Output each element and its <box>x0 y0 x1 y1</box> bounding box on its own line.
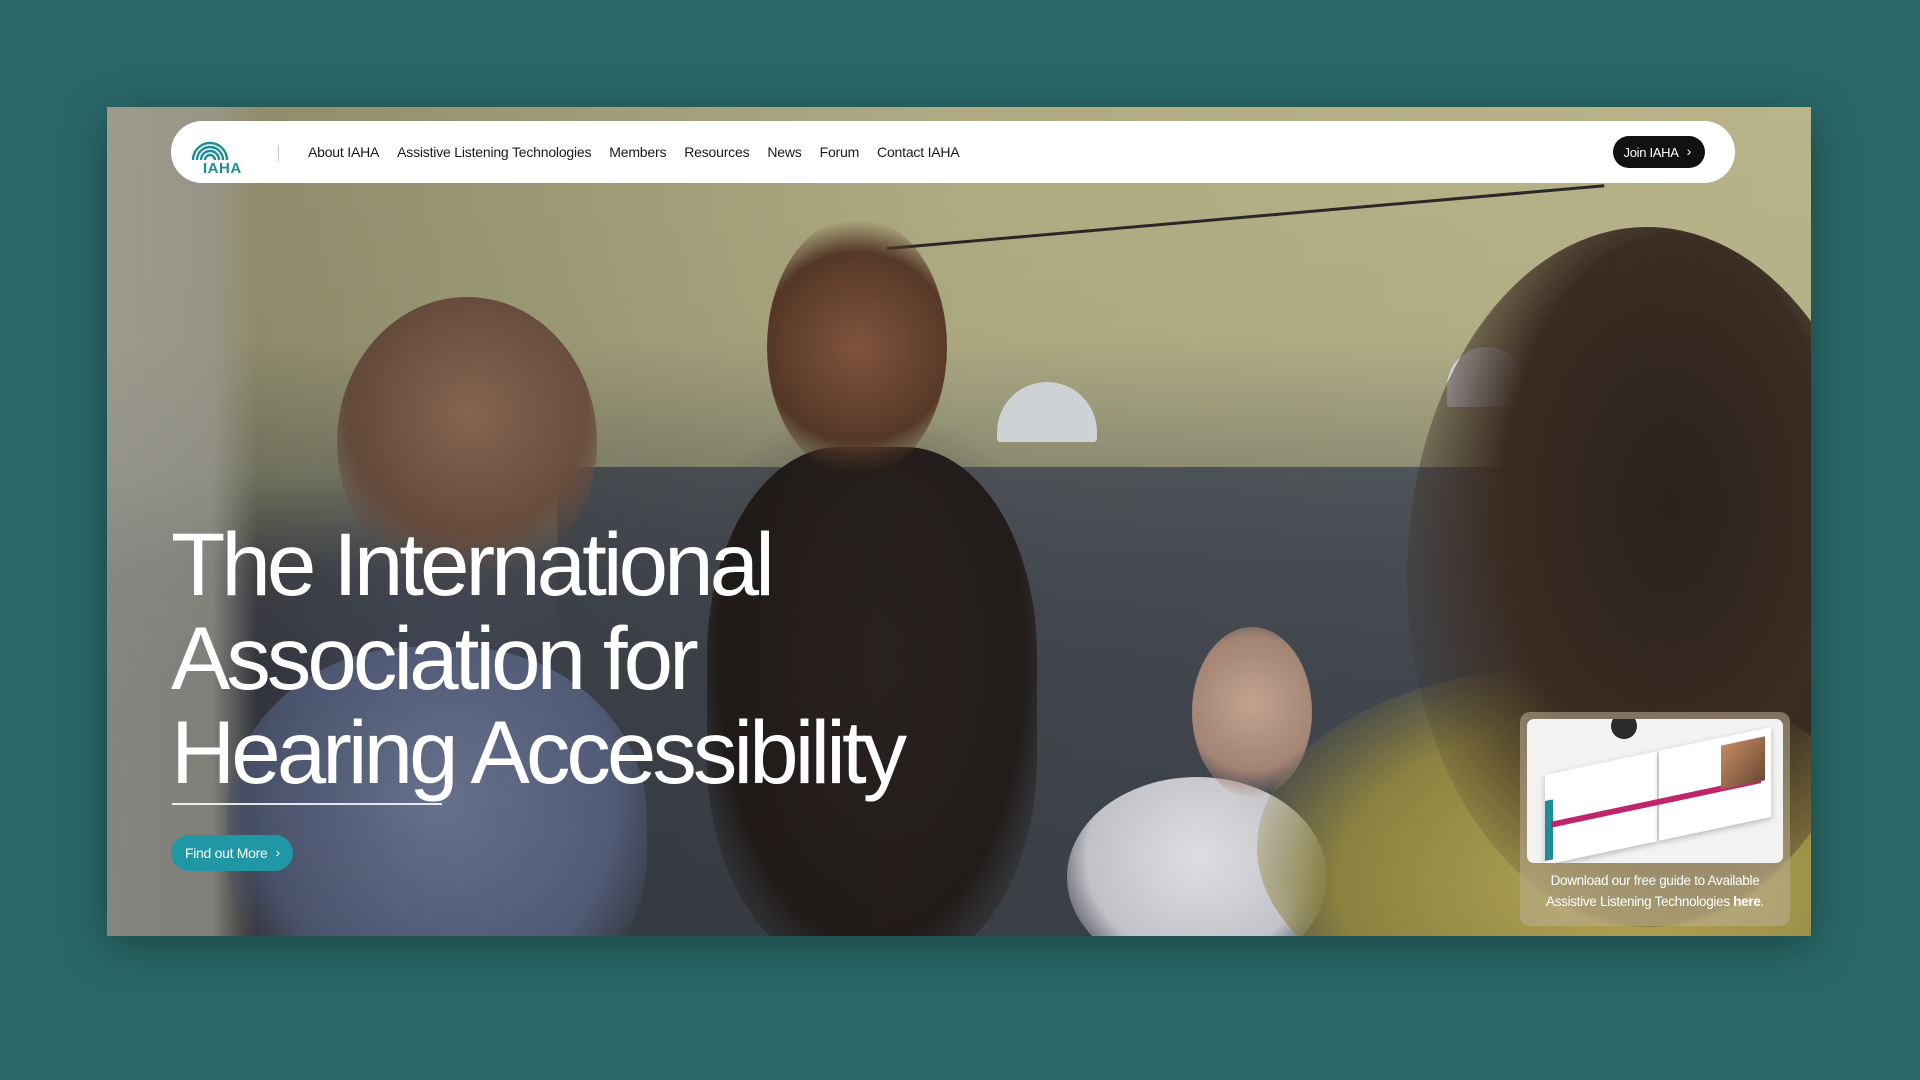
guide-text-period: . <box>1760 894 1765 909</box>
guide-book-illustration <box>1545 719 1771 863</box>
nav-item-contact[interactable]: Contact IAHA <box>877 144 960 160</box>
nav-item-news[interactable]: News <box>767 144 801 160</box>
chevron-right-icon: › <box>275 844 280 860</box>
mug-illustration <box>1611 719 1637 739</box>
hero-title-line: Association for <box>171 608 699 708</box>
hero-title-underline <box>172 803 442 805</box>
nav-item-resources[interactable]: Resources <box>684 144 749 160</box>
logo-text: IAHA <box>203 160 242 177</box>
main-nav: About IAHA Assistive Listening Technolog… <box>308 121 977 183</box>
hero-title: The International Association for Hearin… <box>171 517 1071 799</box>
website-viewport: IAHA About IAHA Assistive Listening Tech… <box>107 107 1811 936</box>
site-logo[interactable]: IAHA <box>181 128 243 178</box>
guide-download-text: Download our free guide to Available Ass… <box>1530 870 1780 912</box>
find-out-more-button[interactable]: Find out More › <box>171 835 293 871</box>
join-button-label: Join IAHA <box>1623 144 1679 160</box>
chevron-right-icon: › <box>1686 143 1692 159</box>
find-out-more-label: Find out More <box>185 845 268 861</box>
join-button[interactable]: Join IAHA › <box>1612 136 1705 168</box>
guide-download-card[interactable]: Download our free guide to Available Ass… <box>1520 712 1790 926</box>
hero-title-line: The International <box>171 514 775 614</box>
book-photo <box>1721 736 1765 790</box>
hero-title-line: Hearing Accessibility <box>171 702 907 802</box>
nav-item-members[interactable]: Members <box>609 144 666 160</box>
top-navbar: IAHA About IAHA Assistive Listening Tech… <box>171 121 1735 183</box>
book-accent <box>1545 799 1553 862</box>
guide-here-link[interactable]: here <box>1733 894 1761 909</box>
nav-divider <box>278 145 279 161</box>
guide-preview-image[interactable] <box>1527 719 1783 863</box>
guide-text-body: Download our free guide to Available Ass… <box>1546 873 1760 909</box>
nav-item-about[interactable]: About IAHA <box>308 144 379 160</box>
nav-item-assistive-listening-technologies[interactable]: Assistive Listening Technologies <box>397 144 591 160</box>
nav-item-forum[interactable]: Forum <box>820 144 860 160</box>
